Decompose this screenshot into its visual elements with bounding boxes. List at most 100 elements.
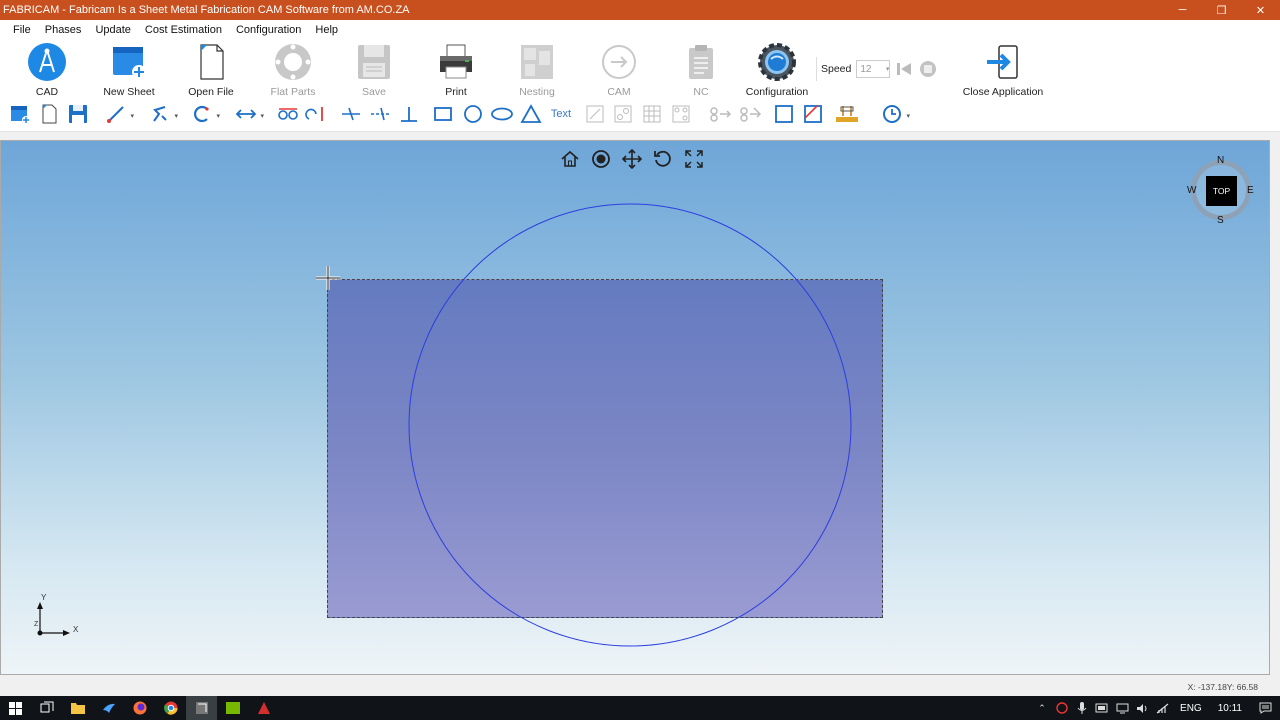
floppy-save-icon — [69, 105, 87, 123]
app-bird-button[interactable] — [93, 696, 124, 720]
nc-button[interactable]: NC — [666, 42, 736, 98]
tray-battery-icon[interactable] — [1092, 696, 1112, 720]
copy-move-tool[interactable] — [738, 102, 762, 126]
drawn-circle[interactable] — [408, 203, 852, 647]
compass-south[interactable]: S — [1217, 215, 1224, 226]
perpendicular-icon — [401, 107, 417, 122]
triangle-tool[interactable] — [519, 102, 543, 126]
tray-microphone-icon[interactable] — [1072, 696, 1092, 720]
copy-move-icon — [740, 107, 762, 122]
ellipse-tool[interactable] — [490, 102, 514, 126]
cad-button[interactable]: CAD — [12, 42, 82, 98]
shape-tool-2[interactable] — [611, 102, 635, 126]
menu-file[interactable]: File — [6, 24, 38, 36]
windows-logo-icon — [9, 701, 22, 715]
break-line-tool[interactable] — [339, 102, 363, 126]
trim-tool[interactable] — [276, 102, 300, 126]
tray-network-icon[interactable] — [1152, 696, 1172, 720]
line-tool[interactable]: ▾ — [104, 102, 134, 126]
axis-y-label: Y — [41, 593, 47, 602]
menu-phases[interactable]: Phases — [38, 24, 89, 36]
stop-icon[interactable] — [918, 59, 938, 79]
new-drawing-icon — [11, 106, 30, 124]
menu-update[interactable]: Update — [88, 24, 137, 36]
bird-app-icon — [102, 703, 115, 713]
menu-help[interactable]: Help — [308, 24, 345, 36]
new-sheet-button[interactable]: New Sheet — [94, 42, 164, 98]
tray-language[interactable]: ENG — [1172, 703, 1210, 714]
sheet-bounds-tool[interactable] — [772, 102, 796, 126]
compass-east[interactable]: E — [1247, 185, 1254, 196]
polyline-tool[interactable]: ▾ — [148, 102, 178, 126]
grid-array-tool[interactable] — [640, 102, 664, 126]
nvidia-app-button[interactable] — [217, 696, 248, 720]
break-line-icon — [342, 107, 360, 121]
sheet-corner-tool[interactable] — [801, 102, 825, 126]
open-file-button[interactable]: Open File — [176, 42, 246, 98]
menu-configuration[interactable]: Configuration — [229, 24, 308, 36]
triangle-icon — [520, 104, 542, 123]
circular-array-tool[interactable] — [669, 102, 693, 126]
step-back-icon[interactable] — [895, 60, 913, 78]
print-button[interactable]: Print — [421, 42, 491, 98]
configuration-button[interactable]: Configuration — [742, 42, 812, 98]
restore-button[interactable]: ❐ — [1202, 0, 1241, 20]
save-drawing-tool[interactable] — [66, 102, 90, 126]
nc-clipboard-icon — [681, 42, 721, 82]
tray-chevron-up-icon[interactable]: ⌃ — [1032, 696, 1052, 720]
tray-display-icon[interactable] — [1112, 696, 1132, 720]
perpendicular-tool[interactable] — [397, 102, 421, 126]
close-application-button[interactable]: Close Application — [962, 42, 1044, 98]
nesting-button[interactable]: Nesting — [502, 42, 572, 98]
task-view-button[interactable] — [31, 696, 62, 720]
firefox-button[interactable] — [124, 696, 155, 720]
save-button[interactable]: Save — [339, 42, 409, 98]
text-tool[interactable]: Text — [547, 102, 575, 126]
drawing-toolstrip: ▾ ▾ ▾ ▾ Text ▾ — [0, 98, 1280, 132]
compass-north[interactable]: N — [1217, 155, 1224, 166]
top-view-cube[interactable]: TOP — [1206, 176, 1237, 206]
tray-security-icon[interactable] — [1052, 696, 1072, 720]
tray-volume-icon[interactable] — [1132, 696, 1152, 720]
new-drawing-tool[interactable] — [8, 102, 32, 126]
flat-parts-button[interactable]: Flat Parts — [258, 42, 328, 98]
drawn-circle-shape[interactable] — [1, 141, 1270, 675]
rectangle-tool[interactable] — [431, 102, 455, 126]
history-tool[interactable]: ▾ — [880, 102, 910, 126]
speed-select[interactable]: 12 ▾ — [856, 60, 891, 78]
ellipse-icon — [491, 107, 513, 121]
ribbon-toolbar: CAD New Sheet Open File Flat Parts Save … — [0, 39, 1280, 98]
move-tool[interactable] — [708, 102, 732, 126]
chrome-button[interactable] — [155, 696, 186, 720]
folder-icon — [70, 703, 85, 714]
extend-tool[interactable] — [304, 102, 328, 126]
sheet-properties-tool[interactable] — [835, 102, 859, 126]
menu-cost-estimation[interactable]: Cost Estimation — [138, 24, 229, 36]
exit-icon — [983, 42, 1023, 82]
close-application-label: Close Application — [962, 86, 1044, 98]
dashed-line-tool[interactable] — [368, 102, 392, 126]
start-button[interactable] — [0, 696, 31, 720]
chevron-down-icon: ▾ — [885, 66, 890, 73]
cad-viewport[interactable]: TOP N S E W Y X Z — [0, 140, 1270, 675]
arc-tool[interactable]: ▾ — [190, 102, 220, 126]
view-compass[interactable]: TOP N S E W — [1187, 155, 1257, 227]
open-file-icon — [191, 42, 231, 82]
compass-west[interactable]: W — [1187, 185, 1196, 196]
open-drawing-tool[interactable] — [37, 102, 61, 126]
close-window-button[interactable]: ✕ — [1241, 0, 1280, 20]
speed-control: Speed 12 ▾ — [816, 57, 938, 81]
action-center-icon[interactable] — [1250, 696, 1280, 720]
grid-array-icon — [643, 105, 661, 123]
chrome-icon — [163, 701, 178, 715]
task-view-icon — [40, 701, 53, 713]
dimension-tool[interactable]: ▾ — [234, 102, 264, 126]
shape-tool-1[interactable] — [583, 102, 607, 126]
file-explorer-button[interactable] — [62, 696, 93, 720]
circle-tool[interactable] — [461, 102, 485, 126]
cam-button[interactable]: CAM — [584, 42, 654, 98]
tray-clock[interactable]: 10:11 — [1210, 703, 1250, 714]
fabricam-taskbar-button[interactable] — [186, 696, 217, 720]
red-app-button[interactable] — [248, 696, 279, 720]
minimize-button[interactable]: ─ — [1163, 0, 1202, 20]
